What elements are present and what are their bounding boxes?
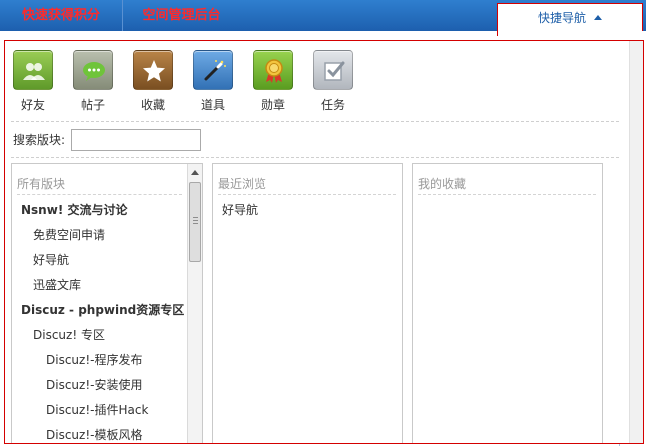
quick-nav-posts[interactable]: 帖子 (71, 50, 115, 113)
props-icon (193, 50, 233, 90)
recent-title: 最近浏览 (218, 177, 267, 191)
scroll-thumb[interactable] (189, 182, 201, 262)
quick-nav-label: 快捷导航 (537, 11, 586, 25)
medal-icon (253, 50, 293, 90)
task-label: 任务 (320, 98, 345, 112)
quick-nav-props[interactable]: 道具 (191, 50, 235, 113)
friends-icon (13, 50, 53, 90)
all-forums-column: 所有版块 Nsnw! 交流与讨论 免费空间申请 好导航 迅盛文库 Discuz - ph… (11, 163, 203, 443)
forum-item[interactable]: 迅盛文库 (12, 273, 202, 298)
forum-item[interactable]: Nsnw! 交流与讨论 (12, 198, 202, 223)
all-forums-title: 所有版块 (17, 177, 66, 191)
search-forum-input[interactable] (71, 129, 201, 151)
space-admin-link[interactable]: 空间管理后台 (123, 0, 240, 31)
quick-nav-friends[interactable]: 好友 (11, 50, 55, 113)
all-forums-list: Nsnw! 交流与讨论 免费空间申请 好导航 迅盛文库 Discuz - phpwind… (12, 198, 202, 443)
forum-item[interactable]: Discuz! 专区 (12, 323, 202, 348)
my-favorites-column: 我的收藏 (412, 163, 603, 443)
grip-line (193, 220, 198, 221)
quick-nav-tasks[interactable]: 任务 (311, 50, 355, 113)
grip-line (193, 223, 198, 224)
friends-label: 好友 (20, 98, 45, 112)
quick-nav-panel: 好友 帖子 收藏 道具 勋章 任务 搜索版块: 所有版块 Nsnw! 交流与讨论… (4, 40, 644, 444)
grip-line (193, 217, 198, 218)
all-forums-scrollbar[interactable] (187, 164, 202, 443)
task-icon (313, 50, 353, 90)
medal-label: 勋章 (260, 98, 285, 112)
divider (11, 121, 619, 122)
forum-item[interactable]: Discuz!-安装使用 (12, 373, 202, 398)
quick-points-link[interactable]: 快速获得积分 (0, 0, 123, 31)
panel-scrollbar[interactable] (629, 41, 643, 443)
recent-item[interactable]: 好导航 (213, 198, 402, 223)
recent-list: 好导航 (213, 198, 402, 223)
scroll-up-icon[interactable] (191, 170, 199, 175)
props-label: 道具 (200, 98, 225, 112)
favorites-label: 收藏 (140, 98, 165, 112)
posts-label: 帖子 (80, 98, 105, 112)
favorites-icon (133, 50, 173, 90)
divider (11, 157, 619, 158)
divider (218, 194, 396, 195)
quick-nav-medals[interactable]: 勋章 (251, 50, 295, 113)
caret-up-icon (594, 15, 602, 20)
divider (418, 194, 596, 195)
search-forum-label: 搜索版块: (13, 133, 66, 147)
posts-icon (73, 50, 113, 90)
forum-item[interactable]: Discuz!-程序发布 (12, 348, 202, 373)
forum-item[interactable]: 好导航 (12, 248, 202, 273)
forum-item[interactable]: 免费空间申请 (12, 223, 202, 248)
forum-item[interactable]: Discuz!-插件Hack (12, 398, 202, 423)
quick-nav-favorites[interactable]: 收藏 (131, 50, 175, 113)
recent-column: 最近浏览 好导航 (212, 163, 403, 443)
forum-item[interactable]: Discuz!-模板风格 (12, 423, 202, 443)
divider (17, 194, 182, 195)
my-favorites-title: 我的收藏 (418, 177, 467, 191)
forum-item[interactable]: Discuz - phpwind资源专区 (12, 298, 202, 323)
